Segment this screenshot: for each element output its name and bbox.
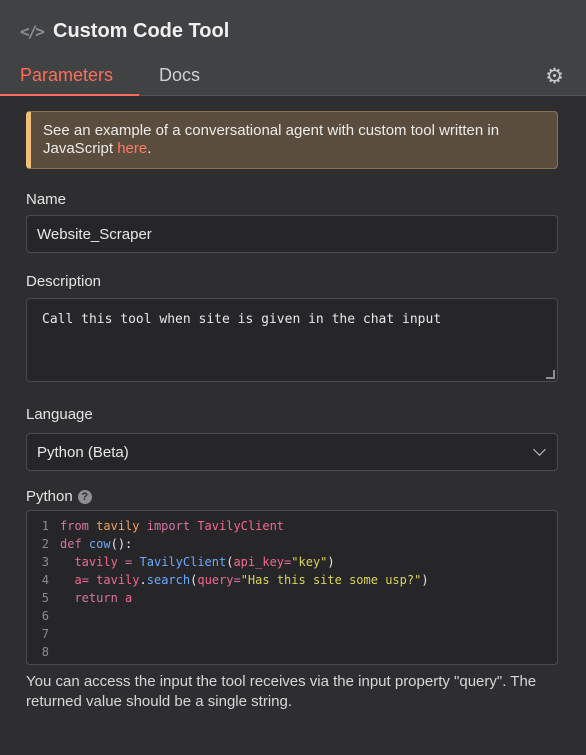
code-line: 1 from tavily import TavilyClient	[27, 517, 557, 535]
line-number: 7	[41, 627, 49, 641]
code-text: def cow():	[60, 537, 133, 551]
code-line: 4 a= tavily.search(query="Has this site …	[27, 571, 557, 589]
title-row: </> Custom Code Tool	[20, 20, 229, 43]
help-icon[interactable]: ?	[77, 490, 92, 504]
code-icon: </>	[20, 22, 45, 41]
description-label: Description	[26, 273, 102, 290]
code-line: 3 tavily = TavilyClient(api_key="key")	[27, 553, 557, 571]
python-label: Python	[26, 488, 73, 505]
line-number: 1	[41, 519, 49, 533]
callout-suffix: .	[147, 140, 152, 157]
code-text: return a	[74, 591, 133, 605]
code-line: 7	[27, 625, 557, 643]
gear-icon[interactable]: ⚙	[545, 64, 564, 89]
tab-parameters[interactable]: Parameters	[0, 56, 139, 96]
language-label: Language	[26, 406, 93, 423]
description-value: Call this tool when site is given in the…	[42, 312, 442, 327]
name-label: Name	[26, 191, 67, 208]
language-selected-value: Python (Beta)	[37, 444, 129, 461]
chevron-down-icon	[533, 443, 546, 456]
code-text: tavily = TavilyClient(api_key="key")	[74, 555, 335, 569]
callout-text: See an example of a conversational agent…	[43, 122, 500, 157]
description-textarea[interactable]: Call this tool when site is given in the…	[26, 298, 558, 382]
line-number: 3	[41, 555, 49, 569]
callout-link[interactable]: here	[117, 140, 147, 157]
tab-docs[interactable]: Docs	[139, 56, 220, 96]
code-line: 6	[27, 607, 557, 625]
python-label-row: Python?	[26, 488, 92, 505]
code-line: 5 return a	[27, 589, 557, 607]
node-title: Custom Code Tool	[53, 20, 230, 42]
info-callout: See an example of a conversational agent…	[26, 111, 558, 169]
code-text: from tavily import TavilyClient	[60, 519, 285, 533]
language-select[interactable]: Python (Beta)	[26, 433, 558, 471]
code-text: a= tavily.search(query="Has this site so…	[74, 573, 429, 587]
code-editor[interactable]: 1 from tavily import TavilyClient 2 def …	[26, 510, 558, 665]
line-number: 8	[41, 645, 49, 659]
python-hint-text: You can access the input the tool receiv…	[26, 673, 537, 710]
tab-bar: Parameters Docs	[0, 56, 220, 96]
line-number: 2	[41, 537, 49, 551]
line-number: 4	[41, 573, 49, 587]
code-line: 2 def cow():	[27, 535, 557, 553]
name-input[interactable]: Website_Scraper	[26, 215, 558, 253]
line-number: 6	[41, 609, 49, 623]
line-number: 5	[41, 591, 49, 605]
code-line: 8	[27, 643, 557, 661]
resize-handle-icon[interactable]	[546, 370, 555, 379]
panel-header: </> Custom Code Tool Parameters Docs ⚙	[0, 0, 586, 96]
